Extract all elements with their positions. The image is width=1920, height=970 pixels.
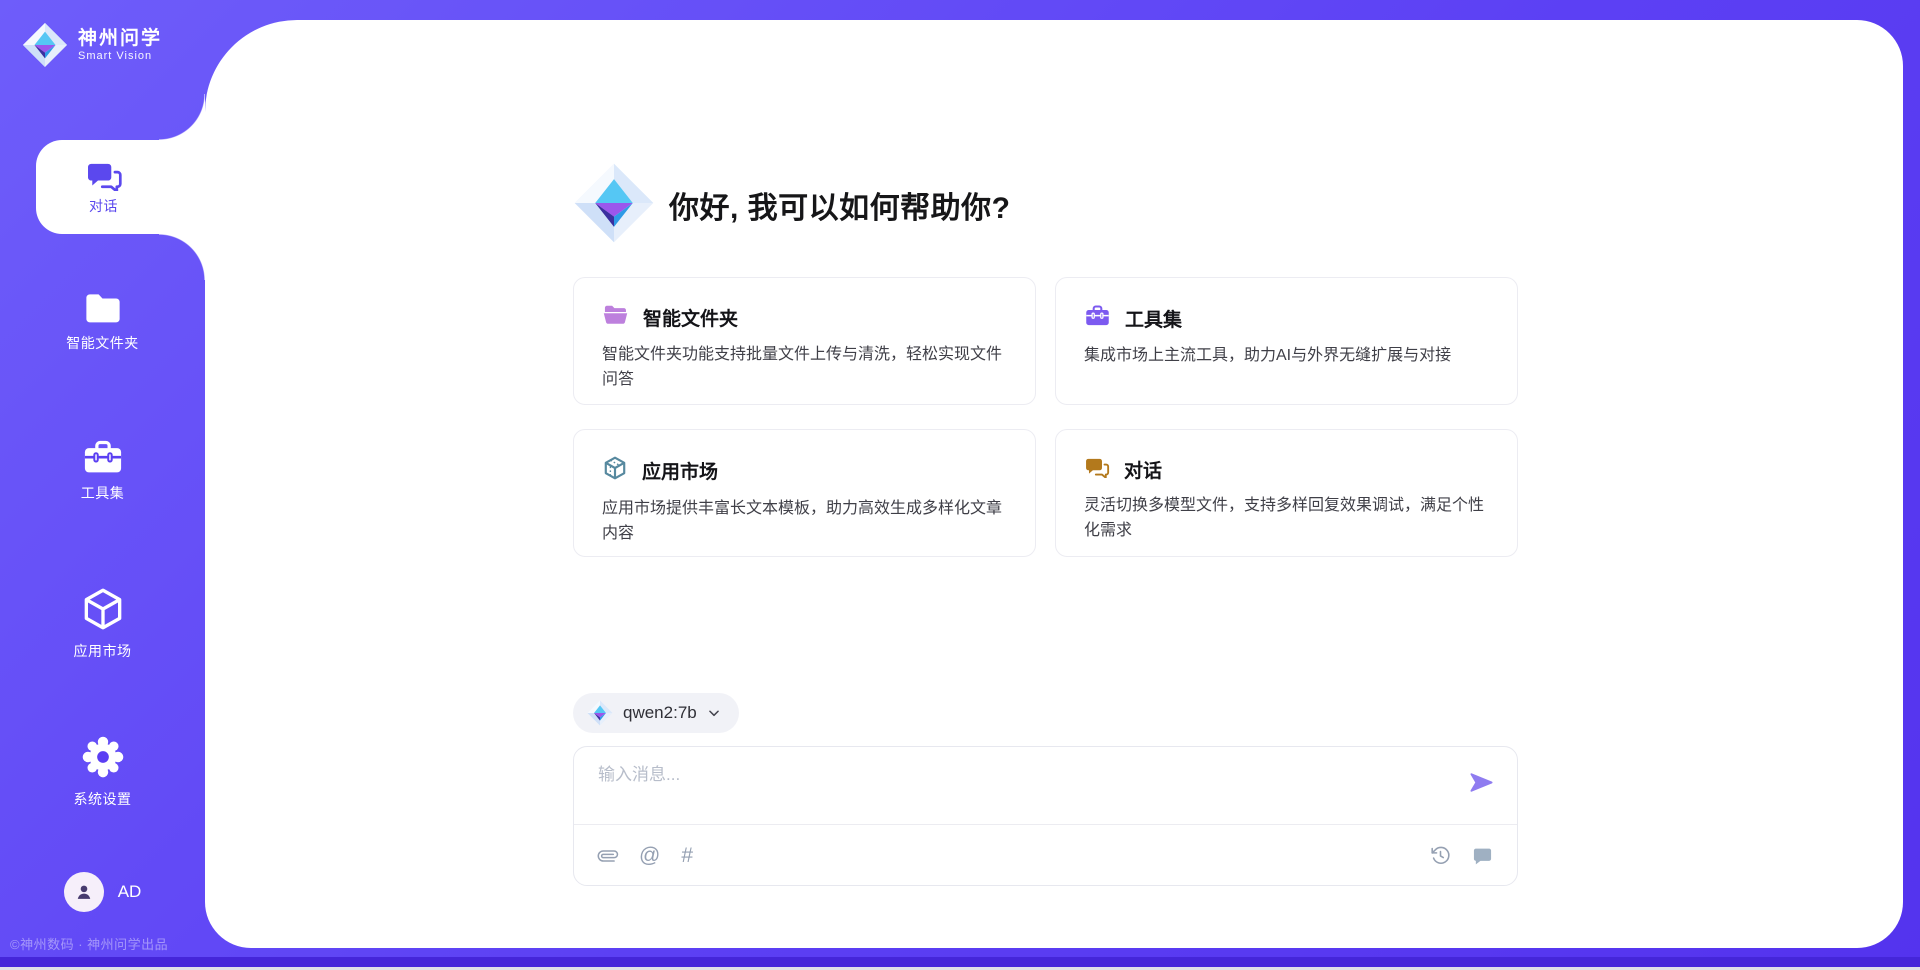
tab-curve-top	[159, 94, 205, 140]
mention-button[interactable]: @	[639, 845, 660, 866]
message-input[interactable]	[598, 765, 1418, 785]
card-toolset[interactable]: 工具集 集成市场上主流工具，助力AI与外界无缝扩展与对接	[1055, 277, 1518, 405]
card-title: 工具集	[1125, 305, 1182, 332]
greeting: 你好, 我可以如何帮助你?	[573, 163, 1518, 247]
sidebar-item-smart-folder[interactable]: 智能文件夹	[0, 290, 205, 353]
app-root: 神州问学 Smart Vision 对话 智能文件夹	[0, 0, 1920, 970]
briefcase-icon	[81, 438, 125, 476]
card-app-market[interactable]: 应用市场 应用市场提供丰富长文本模板，助力高效生成多样化文章内容	[573, 429, 1036, 557]
card-smart-folder[interactable]: 智能文件夹 智能文件夹功能支持批量文件上传与清洗，轻松实现文件问答	[573, 277, 1036, 405]
send-button[interactable]	[1468, 769, 1495, 796]
sidebar-item-label: 对话	[89, 196, 118, 216]
card-title: 对话	[1124, 456, 1162, 483]
folder-open-icon	[602, 303, 629, 332]
model-name: qwen2:7b	[623, 703, 697, 723]
brand: 神州问学 Smart Vision	[22, 22, 162, 68]
main-content: 你好, 我可以如何帮助你? 智能文件夹 智能文件夹功能支持批量文件上传与清洗，轻…	[205, 20, 1903, 948]
chat-icon	[1084, 455, 1110, 483]
card-description: 应用市场提供丰富长文本模板，助力高效生成多样化文章内容	[602, 497, 1007, 547]
chat-icon	[85, 159, 123, 191]
folder-icon	[82, 290, 124, 326]
brand-logo-icon	[22, 22, 68, 68]
paperclip-icon	[594, 841, 622, 869]
avatar	[64, 872, 104, 912]
sidebar-item-label: 应用市场	[74, 641, 132, 661]
composer: @ #	[573, 746, 1518, 886]
person-icon	[73, 881, 95, 903]
user-name: AD	[118, 882, 142, 902]
card-description: 集成市场上主流工具，助力AI与外界无缝扩展与对接	[1084, 344, 1489, 369]
user-profile[interactable]: AD	[0, 872, 205, 912]
sidebar-item-label: 工具集	[81, 483, 125, 503]
gear-icon	[78, 732, 128, 782]
model-diamond-icon	[587, 700, 613, 726]
grid-cube-icon	[602, 455, 628, 486]
copyright: ©神州数码 · 神州问学出品	[10, 934, 168, 953]
sidebar: 神州问学 Smart Vision 对话 智能文件夹	[0, 0, 205, 970]
sidebar-item-settings[interactable]: 系统设置	[0, 732, 205, 809]
sidebar-item-label: 系统设置	[74, 789, 132, 809]
brand-name: 神州问学	[78, 28, 162, 50]
bottom-strip	[0, 957, 1920, 967]
card-chat[interactable]: 对话 灵活切换多模型文件，支持多样回复效果调试，满足个性化需求	[1055, 429, 1518, 557]
history-icon	[1430, 845, 1451, 866]
history-button[interactable]	[1430, 845, 1451, 866]
attach-file-button[interactable]	[598, 846, 618, 866]
greeting-title: 你好, 我可以如何帮助你?	[669, 183, 1011, 227]
assistant-logo-icon	[573, 162, 655, 249]
model-selector[interactable]: qwen2:7b	[573, 693, 739, 733]
card-description: 智能文件夹功能支持批量文件上传与清洗，轻松实现文件问答	[602, 343, 1007, 393]
chat-filled-icon	[1472, 846, 1493, 866]
briefcase-icon	[1084, 303, 1111, 333]
card-title: 智能文件夹	[643, 304, 738, 331]
card-description: 灵活切换多模型文件，支持多样回复效果调试，满足个性化需求	[1084, 494, 1489, 544]
sidebar-item-label: 智能文件夹	[66, 333, 139, 353]
sidebar-item-chat[interactable]: 对话	[36, 140, 205, 234]
send-icon	[1468, 769, 1495, 796]
topic-button[interactable]: #	[681, 845, 693, 866]
tab-curve-bottom	[159, 234, 205, 280]
feature-cards: 智能文件夹 智能文件夹功能支持批量文件上传与清洗，轻松实现文件问答	[573, 277, 1518, 557]
sidebar-item-app-market[interactable]: 应用市场	[0, 584, 205, 661]
cube-icon	[78, 584, 128, 634]
chevron-down-icon	[707, 706, 721, 720]
conversation-button[interactable]	[1472, 846, 1493, 866]
brand-subtitle: Smart Vision	[78, 50, 162, 63]
sidebar-item-toolset[interactable]: 工具集	[0, 438, 205, 503]
card-title: 应用市场	[642, 457, 718, 484]
